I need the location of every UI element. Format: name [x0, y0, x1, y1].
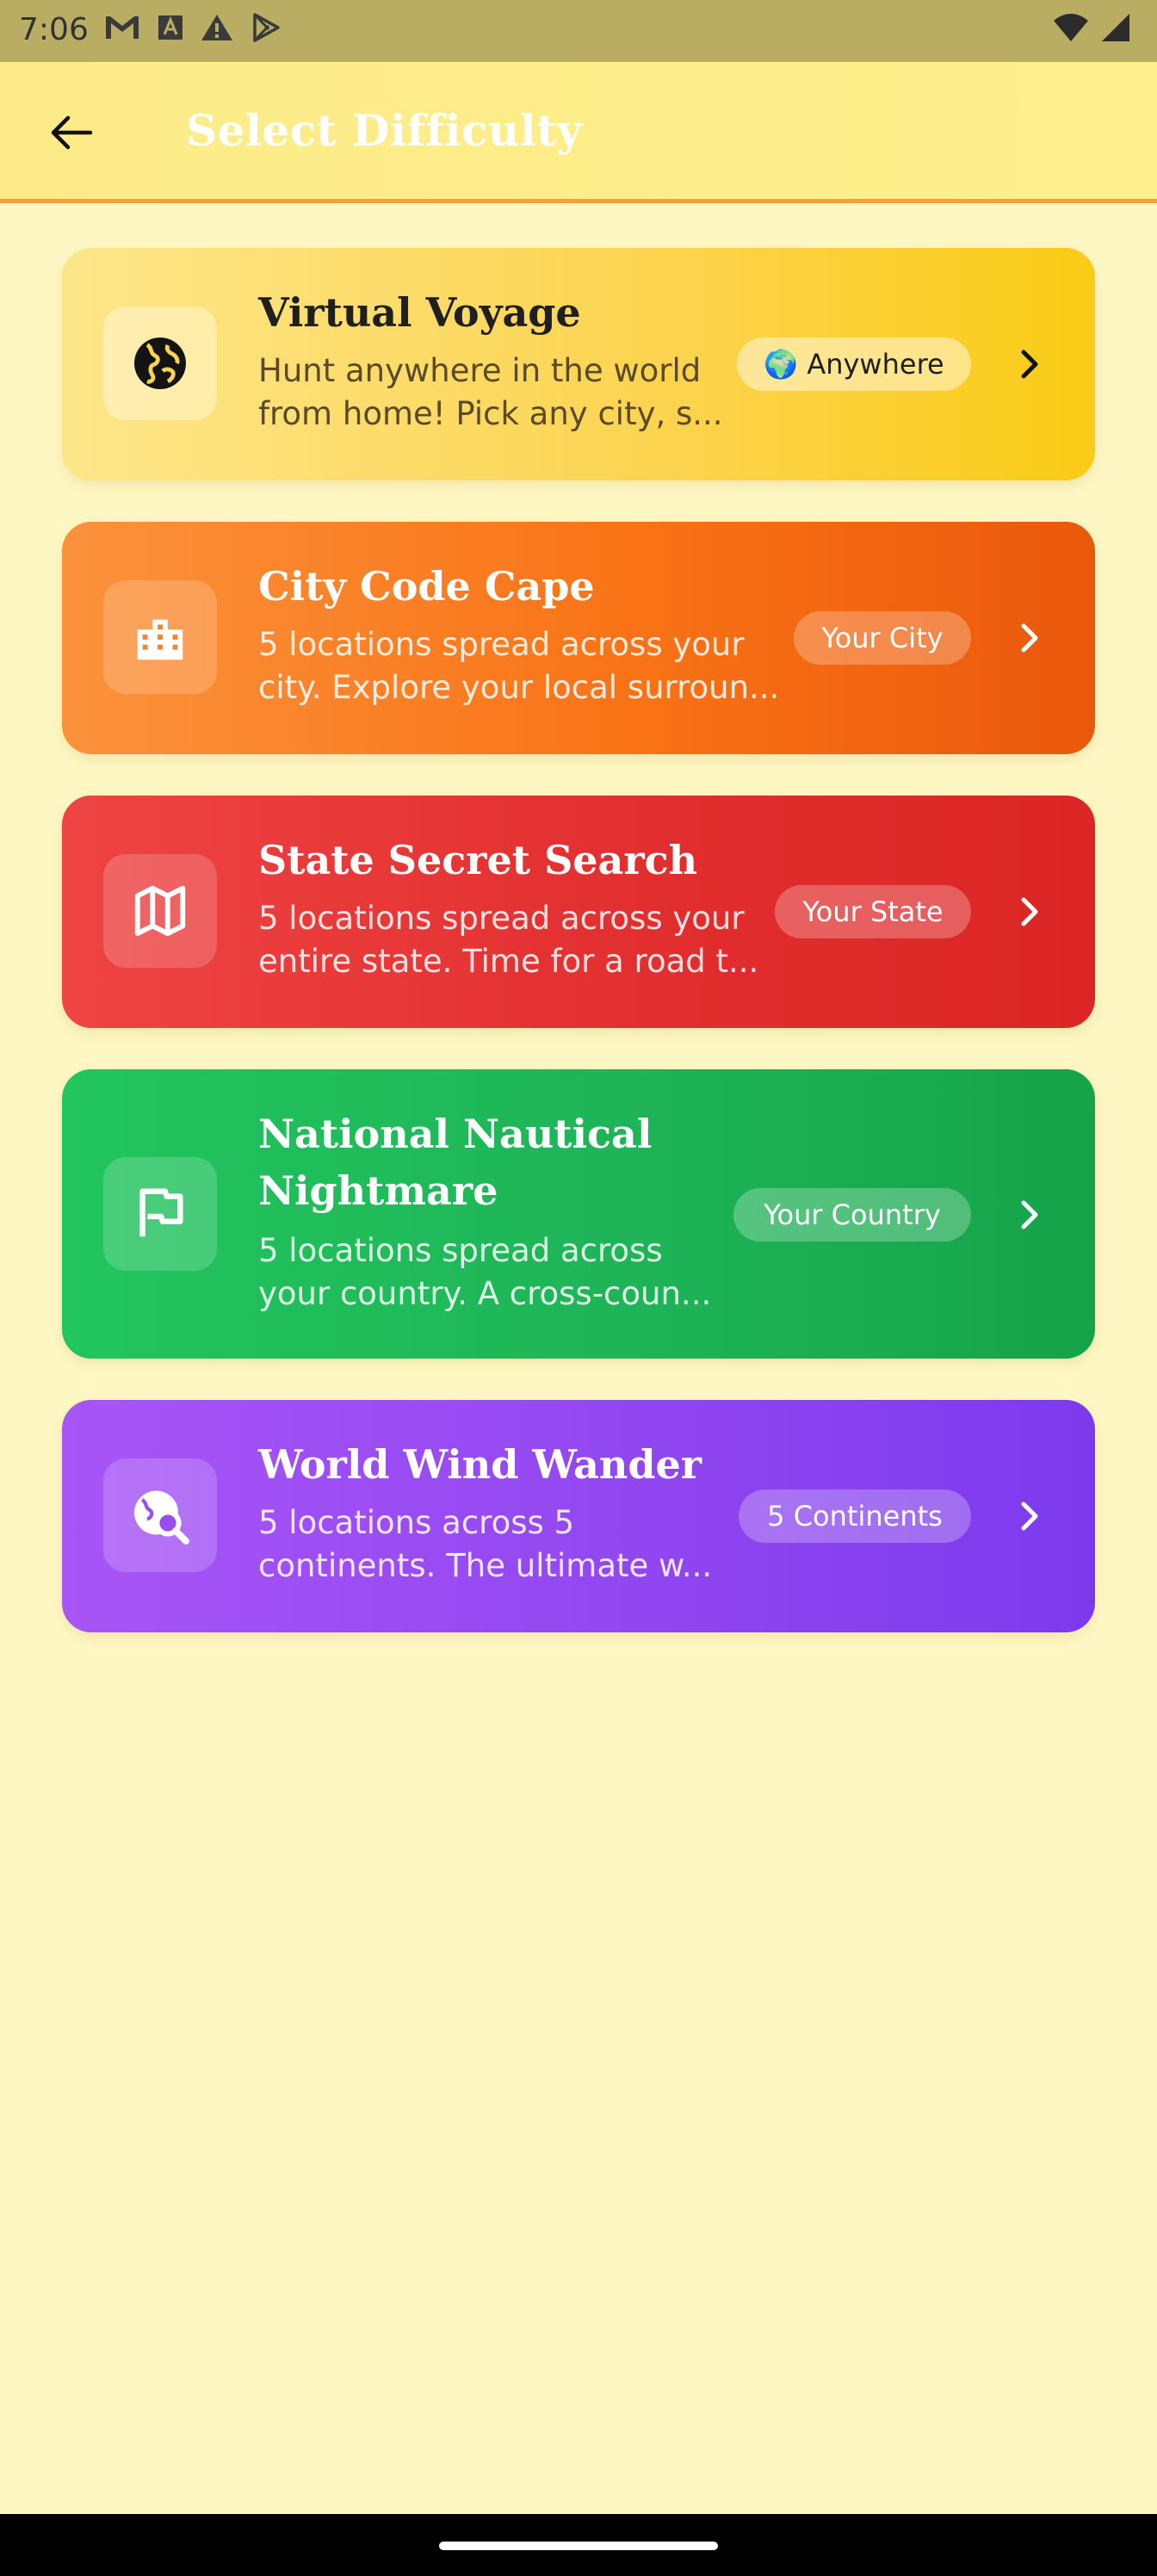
card-description-line: Hunt anywhere in the world [258, 352, 702, 389]
card-icon-container [103, 1157, 217, 1271]
scope-badge: Your City [794, 611, 971, 665]
card-description: 5 locations spread across your country. … [258, 1229, 711, 1316]
chevron-right-icon [1012, 886, 1047, 938]
card-description-line: 5 locations spread across your [258, 626, 745, 663]
card-title: World Wind Wander [258, 1441, 702, 1488]
difficulty-card-world-wind-wander[interactable]: World Wind Wander 5 locations across 5 c… [62, 1400, 1095, 1632]
chevron-right-icon [1012, 1490, 1047, 1542]
card-description: Hunt anywhere in the world from home! Pi… [258, 350, 723, 436]
globe-icon [134, 337, 186, 389]
card-description: 5 locations spread across your city. Exp… [258, 623, 779, 709]
card-title: National Nautical Nightmare [258, 1105, 652, 1219]
card-icon-container [103, 307, 217, 420]
status-notification-icons [103, 12, 282, 43]
status-bar: 7:06 [0, 0, 1157, 62]
card-title: State Secret Search [258, 837, 698, 883]
card-description-line: 5 locations spread across your [258, 900, 745, 937]
card-title-line: National Nautical [258, 1111, 653, 1157]
card-description-line: continents. The ultimate w... [258, 1547, 713, 1584]
card-title: Virtual Voyage [258, 289, 581, 336]
difficulty-card-national-nautical-nightmare[interactable]: National Nautical Nightmare 5 locations … [62, 1069, 1095, 1359]
difficulty-card-virtual-voyage[interactable]: Virtual Voyage Hunt anywhere in the worl… [62, 248, 1095, 480]
gmail-icon [106, 16, 139, 39]
home-gesture-handle[interactable] [439, 2542, 718, 2550]
card-description-line: 5 locations spread across [258, 1232, 663, 1269]
back-button[interactable] [43, 107, 100, 158]
app-bar: Select Difficulty [0, 62, 1157, 203]
system-navigation-bar [0, 2514, 1157, 2576]
scope-badge: Your Country [733, 1188, 971, 1242]
play-store-icon [253, 13, 280, 42]
flag-icon [139, 1188, 183, 1237]
page-title: Select Difficulty [186, 105, 583, 156]
difficulty-card-state-secret-search[interactable]: State Secret Search 5 locations spread a… [62, 796, 1095, 1028]
map-icon [134, 885, 186, 937]
card-icon-container [103, 1458, 217, 1572]
scope-badge: Your State [775, 885, 971, 938]
status-system-icons [1052, 12, 1131, 43]
chevron-right-icon [1012, 338, 1047, 390]
card-title-line: Nightmare [258, 1167, 498, 1214]
chevron-right-icon [1012, 612, 1047, 664]
card-description-line: from home! Pick any city, s... [258, 395, 723, 432]
card-description: 5 locations spread across your entire st… [258, 897, 758, 983]
wifi-icon [1054, 14, 1088, 41]
signal-icon [1102, 14, 1129, 41]
card-description-line: your country. A cross-coun... [258, 1275, 712, 1312]
warning-icon [201, 15, 232, 40]
status-time: 7:06 [19, 12, 89, 47]
scope-badge: 5 Continents [739, 1489, 971, 1543]
card-description: 5 locations across 5 continents. The ult… [258, 1502, 712, 1588]
card-description-line: 5 locations across 5 [258, 1504, 575, 1541]
card-description-line: entire state. Time for a road t... [258, 943, 759, 980]
arrow-back-icon [51, 115, 93, 150]
travel-explore-icon [134, 1490, 189, 1545]
difficulty-card-city-code-cape[interactable]: City Code Cape 5 locations spread across… [62, 522, 1095, 754]
scope-badge: 🌍 Anywhere [737, 337, 971, 391]
card-icon-container [103, 854, 217, 968]
card-title: City Code Cape [258, 563, 595, 610]
building-icon [137, 619, 183, 660]
card-description-line: city. Explore your local surroun... [258, 669, 780, 706]
chevron-right-icon [1012, 1189, 1047, 1241]
card-icon-container [103, 580, 217, 694]
font-a-icon [158, 15, 183, 40]
